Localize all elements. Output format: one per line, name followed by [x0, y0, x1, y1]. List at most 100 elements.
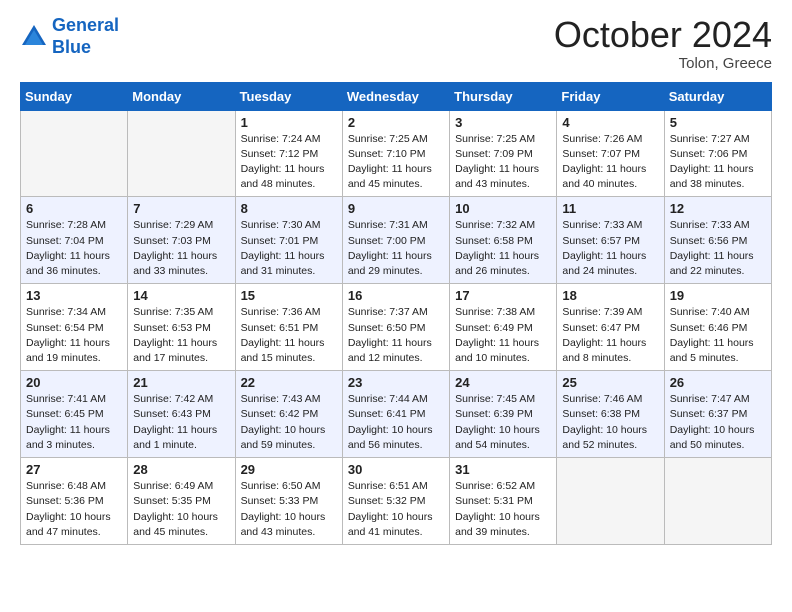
day-number: 16 — [348, 288, 444, 303]
day-info: Sunrise: 7:27 AMSunset: 7:06 PMDaylight:… — [670, 132, 766, 193]
logo-blue: Blue — [52, 37, 91, 57]
calendar-cell: 14Sunrise: 7:35 AMSunset: 6:53 PMDayligh… — [128, 284, 235, 371]
day-info: Sunrise: 7:39 AMSunset: 6:47 PMDaylight:… — [562, 305, 658, 366]
day-info: Sunrise: 7:40 AMSunset: 6:46 PMDaylight:… — [670, 305, 766, 366]
day-number: 21 — [133, 375, 229, 390]
calendar-week: 6 Sunrise: 7:28 AMSunset: 7:04 PMDaylight… — [21, 197, 772, 284]
day-number: 2 — [348, 115, 444, 130]
day-number: 14 — [133, 288, 229, 303]
weekday-header-cell: Friday — [557, 82, 664, 110]
logo: General Blue — [20, 15, 119, 58]
calendar-cell: 25 Sunrise: 7:46 AMSunset: 6:38 PMDayligh… — [557, 371, 664, 458]
day-info: Sunrise: 7:33 AMSunset: 6:57 PMDaylight:… — [562, 218, 658, 279]
day-info: Sunrise: 7:42 AMSunset: 6:43 PMDaylight:… — [133, 392, 229, 453]
day-info: Sunrise: 7:38 AMSunset: 6:49 PMDaylight:… — [455, 305, 551, 366]
logo-text: General Blue — [52, 15, 119, 58]
calendar-cell: 5 Sunrise: 7:27 AMSunset: 7:06 PMDaylight… — [664, 110, 771, 197]
calendar-cell: 28 Sunrise: 6:49 AMSunset: 5:35 PMDayligh… — [128, 458, 235, 545]
day-number: 25 — [562, 375, 658, 390]
day-info: Sunrise: 7:28 AMSunset: 7:04 PMDaylight:… — [26, 218, 122, 279]
day-number: 24 — [455, 375, 551, 390]
day-info: Sunrise: 7:34 AMSunset: 6:54 PMDaylight:… — [26, 305, 122, 366]
calendar-week: 20 Sunrise: 7:41 AMSunset: 6:45 PMDayligh… — [21, 371, 772, 458]
calendar-cell: 30 Sunrise: 6:51 AMSunset: 5:32 PMDayligh… — [342, 458, 449, 545]
day-number: 8 — [241, 201, 337, 216]
day-number: 27 — [26, 462, 122, 477]
calendar-cell — [128, 110, 235, 197]
day-info: Sunrise: 7:41 AMSunset: 6:45 PMDaylight:… — [26, 392, 122, 453]
day-number: 4 — [562, 115, 658, 130]
day-info: Sunrise: 6:48 AMSunset: 5:36 PMDaylight:… — [26, 479, 122, 540]
day-info: Sunrise: 7:43 AMSunset: 6:42 PMDaylight:… — [241, 392, 337, 453]
day-number: 22 — [241, 375, 337, 390]
day-info: Sunrise: 6:51 AMSunset: 5:32 PMDaylight:… — [348, 479, 444, 540]
day-number: 6 — [26, 201, 122, 216]
calendar-cell: 7 Sunrise: 7:29 AMSunset: 7:03 PMDaylight… — [128, 197, 235, 284]
calendar-cell: 9Sunrise: 7:31 AMSunset: 7:00 PMDaylight… — [342, 197, 449, 284]
calendar-cell: 22 Sunrise: 7:43 AMSunset: 6:42 PMDayligh… — [235, 371, 342, 458]
day-number: 28 — [133, 462, 229, 477]
day-info: Sunrise: 7:47 AMSunset: 6:37 PMDaylight:… — [670, 392, 766, 453]
calendar-cell: 11Sunrise: 7:33 AMSunset: 6:57 PMDayligh… — [557, 197, 664, 284]
calendar-week: 13 Sunrise: 7:34 AMSunset: 6:54 PMDayligh… — [21, 284, 772, 371]
calendar-cell: 21 Sunrise: 7:42 AMSunset: 6:43 PMDayligh… — [128, 371, 235, 458]
day-info: Sunrise: 7:30 AMSunset: 7:01 PMDaylight:… — [241, 218, 337, 279]
day-number: 9 — [348, 201, 444, 216]
calendar-cell: 1 Sunrise: 7:24 AMSunset: 7:12 PMDaylight… — [235, 110, 342, 197]
calendar-week: 1 Sunrise: 7:24 AMSunset: 7:12 PMDaylight… — [21, 110, 772, 197]
weekday-header-cell: Tuesday — [235, 82, 342, 110]
weekday-header-cell: Monday — [128, 82, 235, 110]
day-number: 7 — [133, 201, 229, 216]
calendar-cell: 27 Sunrise: 6:48 AMSunset: 5:36 PMDayligh… — [21, 458, 128, 545]
day-info: Sunrise: 7:32 AMSunset: 6:58 PMDaylight:… — [455, 218, 551, 279]
day-info: Sunrise: 7:26 AMSunset: 7:07 PMDaylight:… — [562, 132, 658, 193]
calendar-body: 1 Sunrise: 7:24 AMSunset: 7:12 PMDaylight… — [21, 110, 772, 544]
calendar-cell: 17 Sunrise: 7:38 AMSunset: 6:49 PMDayligh… — [450, 284, 557, 371]
day-number: 13 — [26, 288, 122, 303]
day-info: Sunrise: 7:25 AMSunset: 7:09 PMDaylight:… — [455, 132, 551, 193]
calendar-cell: 3Sunrise: 7:25 AMSunset: 7:09 PMDaylight… — [450, 110, 557, 197]
day-info: Sunrise: 6:49 AMSunset: 5:35 PMDaylight:… — [133, 479, 229, 540]
day-number: 1 — [241, 115, 337, 130]
logo-general: General — [52, 15, 119, 35]
day-info: Sunrise: 7:33 AMSunset: 6:56 PMDaylight:… — [670, 218, 766, 279]
day-number: 17 — [455, 288, 551, 303]
day-number: 31 — [455, 462, 551, 477]
weekday-header-cell: Saturday — [664, 82, 771, 110]
logo-icon — [20, 23, 48, 51]
day-number: 15 — [241, 288, 337, 303]
calendar-cell: 29 Sunrise: 6:50 AMSunset: 5:33 PMDayligh… — [235, 458, 342, 545]
calendar-cell: 31 Sunrise: 6:52 AMSunset: 5:31 PMDayligh… — [450, 458, 557, 545]
day-info: Sunrise: 7:37 AMSunset: 6:50 PMDaylight:… — [348, 305, 444, 366]
day-info: Sunrise: 6:52 AMSunset: 5:31 PMDaylight:… — [455, 479, 551, 540]
weekday-header-cell: Sunday — [21, 82, 128, 110]
header: General Blue October 2024 Tolon, Greece — [20, 15, 772, 72]
day-info: Sunrise: 7:29 AMSunset: 7:03 PMDaylight:… — [133, 218, 229, 279]
subtitle: Tolon, Greece — [554, 55, 772, 72]
day-number: 29 — [241, 462, 337, 477]
day-info: Sunrise: 7:45 AMSunset: 6:39 PMDaylight:… — [455, 392, 551, 453]
calendar-cell: 2Sunrise: 7:25 AMSunset: 7:10 PMDaylight… — [342, 110, 449, 197]
month-title: October 2024 — [554, 15, 772, 55]
calendar-cell: 10Sunrise: 7:32 AMSunset: 6:58 PMDayligh… — [450, 197, 557, 284]
calendar-cell: 6 Sunrise: 7:28 AMSunset: 7:04 PMDaylight… — [21, 197, 128, 284]
day-number: 30 — [348, 462, 444, 477]
day-info: Sunrise: 7:46 AMSunset: 6:38 PMDaylight:… — [562, 392, 658, 453]
weekday-header-cell: Wednesday — [342, 82, 449, 110]
calendar-cell: 12Sunrise: 7:33 AMSunset: 6:56 PMDayligh… — [664, 197, 771, 284]
day-number: 5 — [670, 115, 766, 130]
calendar-table: SundayMondayTuesdayWednesdayThursdayFrid… — [20, 82, 772, 545]
day-number: 20 — [26, 375, 122, 390]
day-number: 19 — [670, 288, 766, 303]
calendar-cell: 23Sunrise: 7:44 AMSunset: 6:41 PMDayligh… — [342, 371, 449, 458]
day-info: Sunrise: 6:50 AMSunset: 5:33 PMDaylight:… — [241, 479, 337, 540]
calendar-week: 27 Sunrise: 6:48 AMSunset: 5:36 PMDayligh… — [21, 458, 772, 545]
calendar-cell: 8 Sunrise: 7:30 AMSunset: 7:01 PMDaylight… — [235, 197, 342, 284]
calendar-cell — [557, 458, 664, 545]
calendar-cell: 16 Sunrise: 7:37 AMSunset: 6:50 PMDayligh… — [342, 284, 449, 371]
day-info: Sunrise: 7:24 AMSunset: 7:12 PMDaylight:… — [241, 132, 337, 193]
calendar-cell: 4 Sunrise: 7:26 AMSunset: 7:07 PMDaylight… — [557, 110, 664, 197]
calendar-cell: 20 Sunrise: 7:41 AMSunset: 6:45 PMDayligh… — [21, 371, 128, 458]
calendar-cell: 19 Sunrise: 7:40 AMSunset: 6:46 PMDayligh… — [664, 284, 771, 371]
calendar-cell: 15Sunrise: 7:36 AMSunset: 6:51 PMDayligh… — [235, 284, 342, 371]
